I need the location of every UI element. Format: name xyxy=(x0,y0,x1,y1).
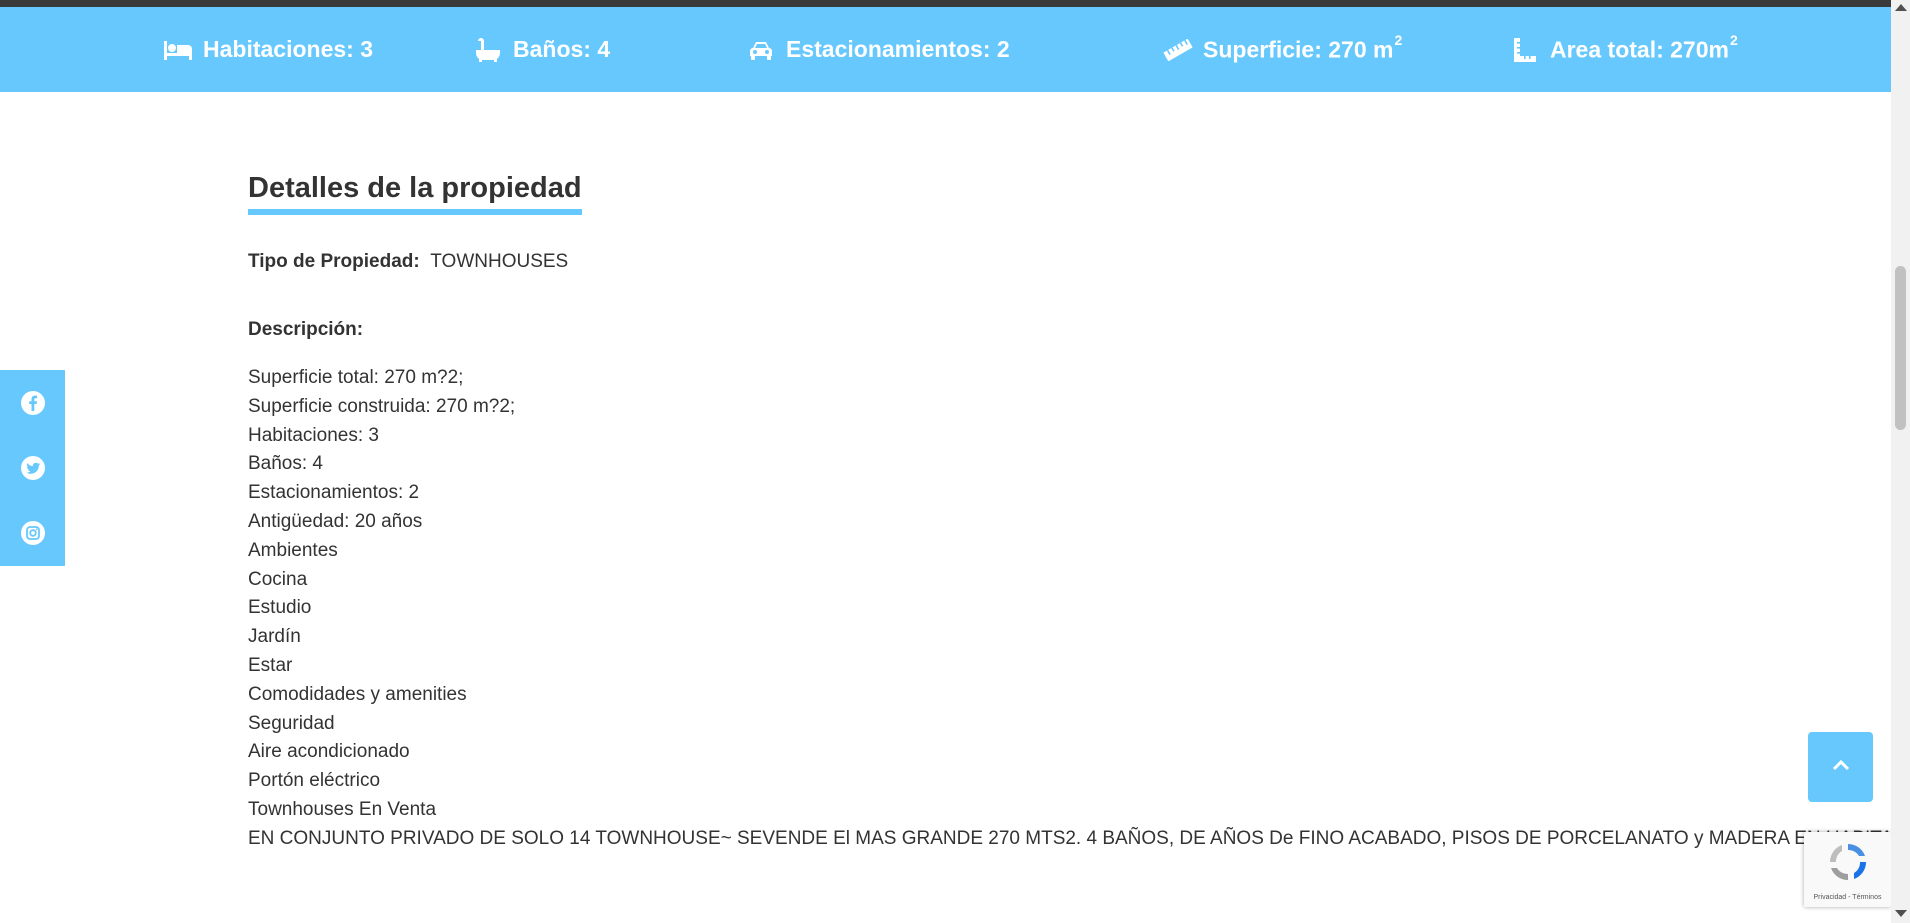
bed-icon xyxy=(163,37,193,63)
feature-parking: Estacionamientos: 2 xyxy=(746,7,1010,92)
chevron-up-icon xyxy=(1832,758,1850,776)
description-line: Aire acondicionado xyxy=(248,741,410,763)
feature-label: Estacionamientos: 2 xyxy=(786,36,1010,62)
instagram-icon[interactable] xyxy=(20,520,46,546)
description-line: Habitaciones: 3 xyxy=(248,424,379,446)
property-type-row: Tipo de Propiedad: TOWNHOUSES xyxy=(248,250,1643,274)
description-line: Superficie total: 270 m?2; xyxy=(248,367,464,388)
description-paragraph: EN CONJUNTO PRIVADO DE SOLO 14 TOWNHOUSE… xyxy=(248,827,1891,849)
description-line: Baños: 4 xyxy=(248,453,323,475)
description-line: Estar xyxy=(248,654,293,676)
description-line: Cocina xyxy=(248,568,308,590)
description-lines: Superficie total: 270 m?2; Superficie co… xyxy=(248,364,1891,854)
ruler-icon xyxy=(1163,37,1193,63)
feature-label: Superficie: 270 m2 xyxy=(1203,31,1403,63)
page-scrollbar[interactable] xyxy=(1891,0,1910,923)
recaptcha-badge[interactable]: Privacidad - Términos xyxy=(1804,832,1891,907)
bathtub-icon xyxy=(473,37,503,63)
social-sidebar xyxy=(0,370,65,566)
scroll-down-arrow-icon[interactable] xyxy=(1895,910,1907,917)
description-line: Jardín xyxy=(248,626,301,648)
feature-total-area: Area total: 270m2 xyxy=(1510,7,1738,92)
property-details: Detalles de la propiedad Tipo de Propied… xyxy=(248,170,1891,854)
feature-label: Area total: 270m2 xyxy=(1550,31,1738,63)
feature-surface: Superficie: 270 m2 xyxy=(1163,7,1402,92)
feature-bedrooms: Habitaciones: 3 xyxy=(163,7,373,92)
property-type-value: TOWNHOUSES xyxy=(430,251,569,272)
description-line: Seguridad xyxy=(248,712,335,734)
scroll-up-arrow-icon[interactable] xyxy=(1895,4,1907,11)
feature-bathrooms: Baños: 4 xyxy=(473,7,610,92)
recaptcha-text[interactable]: Privacidad - Términos xyxy=(1804,894,1891,901)
property-type-label: Tipo de Propiedad: xyxy=(248,251,420,272)
top-border xyxy=(0,0,1891,7)
features-bar: Habitaciones: 3 Baños: 4 Estacionamiento… xyxy=(0,7,1891,92)
recaptcha-icon xyxy=(1826,840,1870,889)
page: Habitaciones: 3 Baños: 4 Estacionamiento… xyxy=(0,0,1891,923)
twitter-icon[interactable] xyxy=(20,455,46,481)
scroll-to-top-button[interactable] xyxy=(1808,732,1873,802)
description-line: Comodidades y amenities xyxy=(248,683,467,705)
scrollbar-thumb[interactable] xyxy=(1895,266,1906,430)
description-line: Antigüedad: 20 años xyxy=(248,510,423,532)
description-label: Descripción: xyxy=(248,319,364,340)
description-line: Estacionamientos: 2 xyxy=(248,482,420,504)
description-line: Ambientes xyxy=(248,539,338,561)
feature-label: Habitaciones: 3 xyxy=(203,36,373,62)
car-icon xyxy=(746,37,776,63)
section-title: Detalles de la propiedad xyxy=(248,170,582,215)
facebook-icon[interactable] xyxy=(20,390,46,416)
description-line: Townhouses En Venta xyxy=(248,798,437,820)
feature-label: Baños: 4 xyxy=(513,36,611,62)
description-line: Superficie construida: 270 m?2; xyxy=(248,395,516,417)
description-line: Portón eléctrico xyxy=(248,770,381,792)
square-ruler-icon xyxy=(1510,37,1540,63)
description-line: Estudio xyxy=(248,597,312,619)
